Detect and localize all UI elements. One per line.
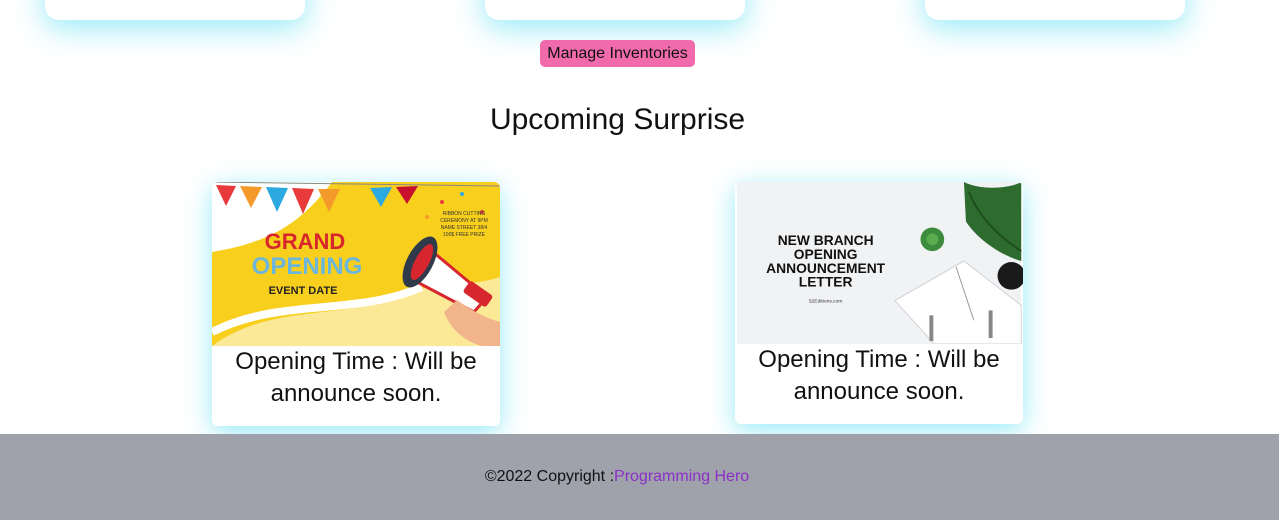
- previous-card-bottom: [925, 0, 1185, 20]
- svg-text:RIBBON CUTTING: RIBBON CUTTING: [443, 211, 486, 217]
- section-title: Upcoming Surprise: [489, 103, 746, 136]
- copyright: ©2022 Copyright :Programming Hero: [485, 468, 749, 486]
- svg-text:52Editions.com: 52Editions.com: [809, 299, 843, 305]
- svg-text:NAME STREET 38/4: NAME STREET 38/4: [441, 225, 488, 231]
- svg-text:100$ FREE PRIZE: 100$ FREE PRIZE: [443, 232, 486, 238]
- manage-inventories-button[interactable]: Manage Inventories: [540, 40, 695, 67]
- svg-text:CEREMONY AT 9PM: CEREMONY AT 9PM: [440, 218, 488, 224]
- new-branch-image: NEW BRANCH OPENING ANNOUNCEMENT LETTER 5…: [736, 182, 1023, 344]
- grand-opening-image: GRAND OPENING EVENT DATE RIBBON CUTTING …: [212, 182, 500, 346]
- svg-text:LETTER: LETTER: [799, 274, 853, 290]
- surprise-card-new-branch: NEW BRANCH OPENING ANNOUNCEMENT LETTER 5…: [735, 182, 1023, 424]
- event-date-text: EVENT DATE: [269, 285, 338, 297]
- copyright-text: ©2022 Copyright :: [484, 468, 615, 485]
- previous-card-bottom: [45, 0, 305, 20]
- previous-card-bottom: [485, 0, 745, 20]
- surprise-card-grand-opening: GRAND OPENING EVENT DATE RIBBON CUTTING …: [212, 182, 500, 426]
- footer: ©2022 Copyright :Programming Hero: [0, 434, 1279, 520]
- card-caption: Opening Time : Will be announce soon.: [758, 346, 1000, 405]
- card-caption: Opening Time : Will be announce soon.: [235, 348, 477, 407]
- grand-text: GRAND: [265, 229, 346, 254]
- opening-text: OPENING: [252, 253, 363, 280]
- programming-hero-link[interactable]: Programming Hero: [614, 468, 749, 485]
